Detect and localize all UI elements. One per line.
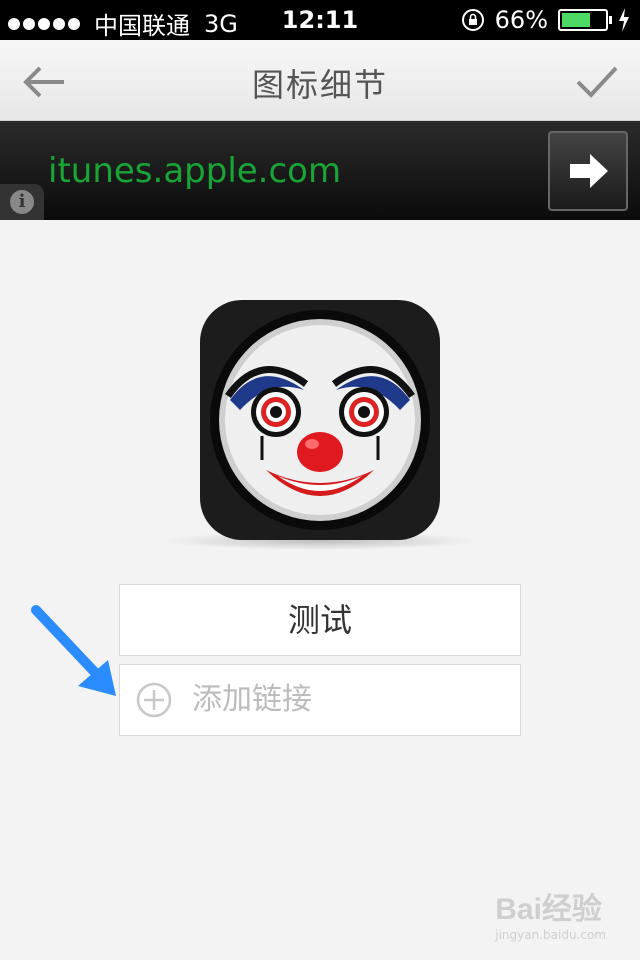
url-bar: itunes.apple.com i: [0, 121, 640, 220]
url-text[interactable]: itunes.apple.com: [48, 151, 341, 191]
watermark-brand: Bai经验: [495, 893, 602, 926]
watermark-url: jingyan.baidu.com: [495, 928, 606, 942]
battery-fill: [562, 13, 590, 27]
icon-name-field[interactable]: 测试: [119, 584, 521, 656]
right-arrow-icon: [570, 154, 608, 188]
icon-name-text: 测试: [287, 601, 352, 639]
rotation-lock-icon: [461, 9, 484, 31]
battery-percent: 66%: [494, 6, 548, 34]
plus-circle-icon: [136, 682, 172, 718]
go-button[interactable]: [548, 131, 628, 211]
status-right: 66%: [461, 6, 630, 34]
info-icon[interactable]: i: [0, 184, 44, 220]
checkmark-icon[interactable]: [574, 60, 620, 104]
watermark: Bai经验 jingyan.baidu.com: [495, 884, 606, 942]
battery-icon: [558, 9, 612, 31]
add-link-label: 添加链接: [192, 682, 312, 717]
clown-face-icon: [200, 300, 440, 540]
add-link-field[interactable]: 添加链接: [119, 664, 521, 736]
navigation-bar: 图标细节: [0, 40, 640, 121]
charging-bolt-icon: [619, 8, 629, 32]
blue-pointer-arrow: [31, 605, 116, 696]
page-title: 图标细节: [251, 66, 388, 104]
status-bar: 中国联通 3G 12:11 66%: [0, 0, 640, 40]
